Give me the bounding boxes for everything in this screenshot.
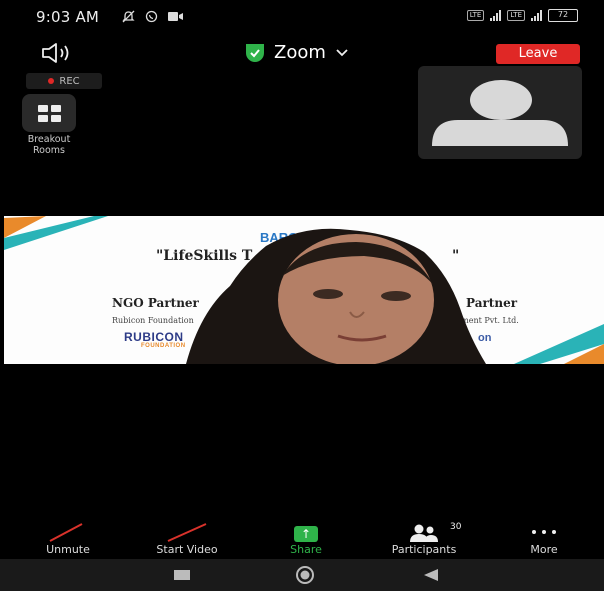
- mute-notifications-icon: [122, 10, 135, 23]
- encryption-shield-icon: [246, 43, 264, 62]
- back-icon[interactable]: [421, 567, 441, 583]
- volte-icon-2: LTE: [507, 10, 525, 21]
- shared-video: BARCL "LifeSkills T " NGO Partner Rubico…: [4, 216, 604, 364]
- start-video-label: Start Video: [156, 543, 218, 556]
- avatar-placeholder-icon: [432, 80, 568, 146]
- self-video-tile[interactable]: [418, 66, 582, 159]
- meeting-title[interactable]: Zoom: [246, 42, 348, 63]
- video-off-icon: [167, 523, 207, 542]
- recording-indicator: REC: [26, 73, 102, 89]
- unmute-label: Unmute: [46, 543, 90, 556]
- breakout-rooms-button[interactable]: [22, 94, 76, 132]
- meeting-toolbar: Unmute Start Video ↑ Share 30 Participan…: [0, 522, 604, 558]
- signal-icon-2: [531, 10, 542, 21]
- breakout-rooms-label: Breakout Rooms: [27, 134, 71, 156]
- more-label: More: [530, 543, 558, 556]
- status-time: 9:03 AM: [36, 8, 100, 26]
- recents-icon[interactable]: [172, 568, 192, 582]
- leave-button[interactable]: Leave: [496, 44, 580, 64]
- participants-button[interactable]: 30 Participants: [368, 522, 480, 558]
- unmute-button[interactable]: Unmute: [26, 522, 110, 558]
- whatsapp-icon: [145, 10, 158, 23]
- more-dots-icon: [532, 530, 556, 534]
- home-icon[interactable]: [290, 565, 320, 585]
- start-video-button[interactable]: Start Video: [134, 522, 240, 558]
- participants-label: Participants: [391, 543, 457, 556]
- record-dot-icon: [48, 78, 55, 84]
- more-button[interactable]: More: [512, 522, 576, 558]
- share-button[interactable]: ↑ Share: [270, 522, 342, 558]
- microphone-muted-icon: [49, 523, 83, 542]
- chevron-down-icon: [336, 48, 348, 56]
- share-label: Share: [290, 543, 322, 556]
- android-nav-bar: [0, 559, 604, 591]
- participants-icon: [410, 524, 438, 542]
- battery-icon: 72: [548, 9, 578, 22]
- notification-icons: [122, 10, 184, 23]
- rec-label: REC: [59, 75, 80, 87]
- status-bar: 9:03 AM LTE LTE 72: [0, 0, 604, 34]
- share-arrow-icon: ↑: [294, 526, 318, 542]
- speaker-person: [186, 228, 486, 364]
- signal-icon: [490, 10, 502, 21]
- system-indicators: LTE LTE 72: [466, 9, 578, 22]
- speaker-icon[interactable]: [40, 42, 80, 64]
- breakout-rooms-icon: [37, 104, 61, 122]
- video-notification-icon: [168, 12, 183, 21]
- volte-icon: LTE: [466, 10, 485, 21]
- meeting-title-label: Zoom: [274, 42, 326, 63]
- participants-count: 30: [450, 522, 462, 532]
